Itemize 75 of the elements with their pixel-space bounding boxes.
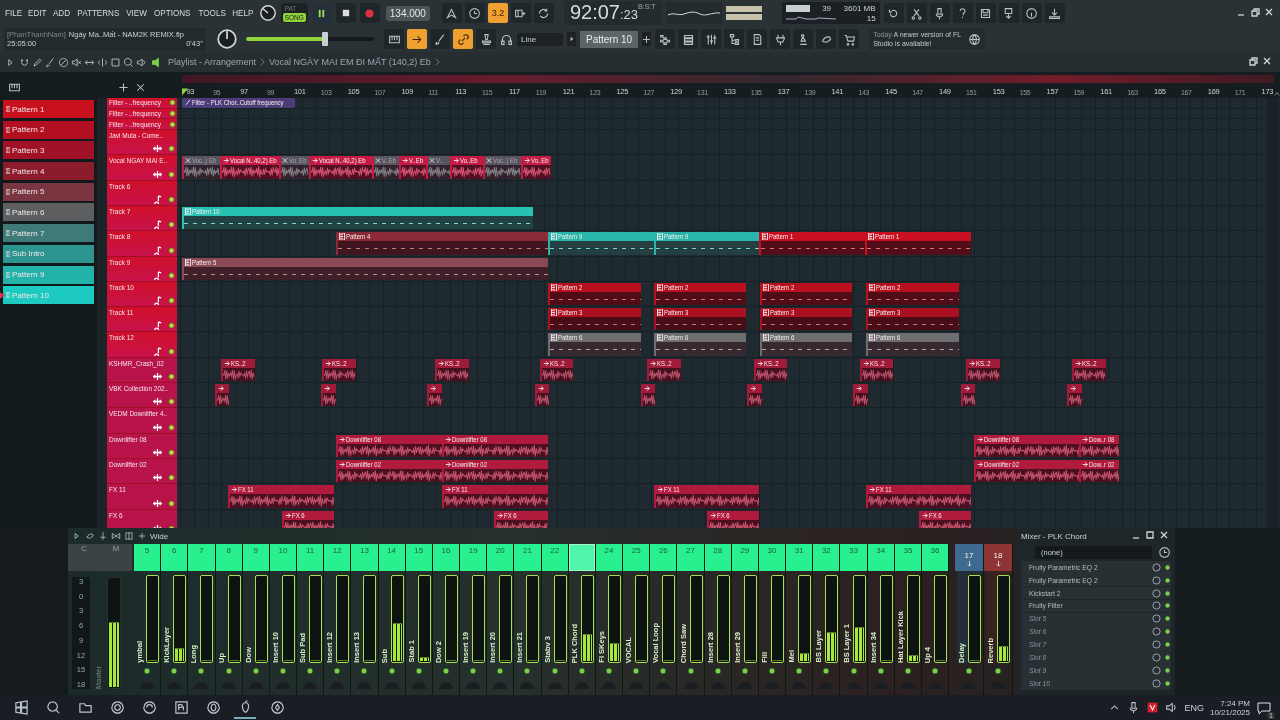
pattern-item[interactable]: Pattern 6	[3, 203, 94, 222]
pattern-item[interactable]: Pattern 3	[3, 141, 94, 160]
strip-number: 32	[821, 545, 831, 555]
strip-number: 35	[903, 545, 913, 555]
pattern-item[interactable]: Pattern 4	[3, 162, 94, 181]
pattern-name: Pattern 3	[12, 145, 45, 155]
strip-number: 28	[713, 545, 723, 555]
pattern-name: Pattern 6	[12, 207, 45, 217]
menu-item[interactable]: PATTERNS	[76, 8, 119, 18]
menu-item[interactable]: FILE	[4, 8, 23, 18]
pattern-name: Pattern 5	[12, 187, 45, 197]
strip-number: 18	[993, 549, 1003, 560]
pattern-item[interactable]: Pattern 1	[3, 100, 94, 118]
strip-number: 33	[849, 545, 858, 555]
strip-number: 22	[550, 545, 560, 555]
tempo-display[interactable]: 134.000	[385, 5, 430, 21]
pattern-selector[interactable]: Pattern 10	[580, 30, 639, 48]
menu-item[interactable]: ADD	[52, 8, 70, 18]
song-time: 92:07	[569, 1, 620, 24]
strip-number: 29	[740, 545, 750, 555]
menu-item[interactable]: TOOLS	[198, 8, 226, 18]
pattern-item[interactable]: Pattern 7	[3, 224, 94, 243]
strip-number: 6	[172, 545, 177, 555]
menu-item[interactable]: OPTIONS	[154, 8, 191, 18]
strip-number: 26	[658, 545, 668, 555]
language-indicator[interactable]: ENG	[1184, 702, 1204, 713]
clock[interactable]: 7:24 PM 10/21/2025	[1209, 698, 1250, 717]
song-time-ticks: :23	[620, 7, 639, 22]
strip-number: 30	[767, 545, 777, 555]
strip-number: 10	[278, 545, 288, 555]
strip-number: 20	[495, 545, 505, 555]
strip-number: 12	[332, 545, 342, 555]
strip-number: 8	[226, 545, 231, 555]
strip-number: 16	[441, 545, 451, 555]
pattern-item[interactable]: Pattern 2	[3, 120, 94, 139]
strip-number: 19	[468, 545, 478, 555]
cpu-load: 15	[866, 13, 876, 23]
pattern-name: Sub Intro	[12, 249, 45, 259]
strip-number: 25	[631, 545, 641, 555]
clock-date: 10/21/2025	[1209, 707, 1250, 717]
strip-number: 27	[686, 545, 695, 555]
strip-number: 7	[199, 545, 204, 555]
strip-number: 5	[144, 545, 150, 555]
strip-number: 9	[253, 545, 258, 555]
strip-number: 14	[387, 545, 397, 555]
strip-number: 21	[523, 545, 532, 555]
strip-number: 11	[305, 545, 315, 555]
strip-number: 13	[360, 545, 369, 555]
strip-number: 24	[604, 545, 614, 555]
strip-number: 34	[876, 545, 886, 555]
pattern-name: Pattern 1	[12, 104, 45, 114]
strip-number: 31	[794, 545, 804, 555]
snap-button[interactable]: 3.2	[487, 3, 508, 23]
panel-title: Mixer - PLK Chord	[1021, 531, 1087, 541]
pattern-name: Pattern 9	[12, 270, 45, 279]
menu-item[interactable]: HELP	[232, 8, 254, 18]
strip-number: 15	[414, 545, 424, 555]
memory-usage: 3601 MB	[843, 3, 876, 13]
channel-header-label: M	[112, 544, 120, 555]
pattern-name: Pattern 10	[12, 290, 49, 300]
pattern-item[interactable]: Pattern 5	[3, 182, 94, 201]
current-clip-name: Vocal NGÀY MAI EM ĐI MẤT (140,2) Eb	[269, 57, 431, 67]
clock-time: 7:24 PM	[1220, 698, 1250, 708]
pattern-name: Pattern 2	[12, 125, 45, 135]
menu-item[interactable]: VIEW	[126, 8, 148, 18]
window-title: Playlist - Arrangement	[168, 57, 257, 67]
strip-number: 17	[964, 549, 974, 560]
pattern-name: Pattern 7	[12, 228, 45, 238]
mixer-view-label[interactable]: Wide	[150, 531, 169, 541]
draw-mode-dropdown[interactable]: Line	[517, 32, 563, 46]
pattern-name: Pattern 4	[12, 166, 45, 176]
channel-header-label: C	[80, 544, 87, 555]
polyphony-count: 39	[822, 3, 832, 13]
strip-number: 36	[930, 545, 940, 555]
menu-item[interactable]: EDIT	[28, 8, 47, 18]
